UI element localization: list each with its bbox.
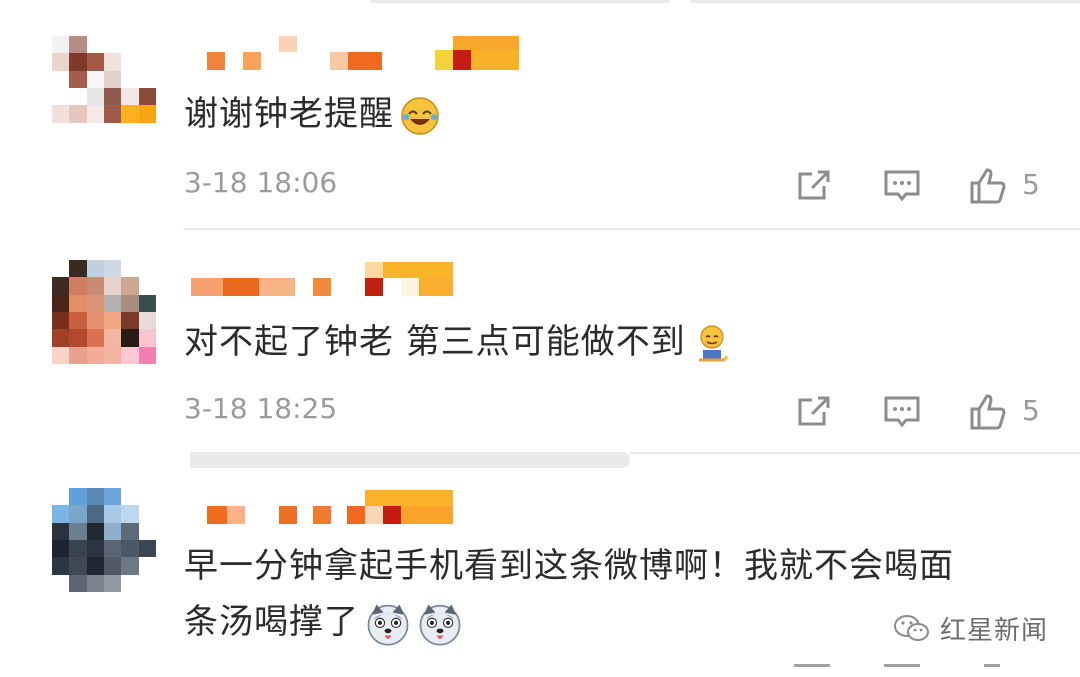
username-blurred[interactable]	[185, 262, 485, 302]
avatar[interactable]	[52, 36, 156, 140]
share-icon[interactable]	[794, 664, 830, 677]
comment-item: 对不起了钟老 第三点可能做不到 3-18 18:25 5	[0, 230, 1080, 468]
like-icon[interactable]	[968, 392, 1008, 432]
share-icon[interactable]	[794, 392, 834, 432]
username-blurred[interactable]	[185, 490, 485, 530]
laughing-crying-emoji	[401, 96, 439, 135]
watermark-label: 红星新闻	[940, 616, 1049, 646]
avatar[interactable]	[52, 260, 156, 364]
divider	[630, 452, 1080, 454]
like-icon[interactable]	[968, 166, 1008, 206]
like-icon[interactable]	[984, 664, 1000, 677]
comment-icon[interactable]	[882, 392, 922, 432]
husky-dog-emoji	[367, 603, 409, 646]
comment-text: 早一分钟拿起手机看到这条微博啊！我就不会喝面	[184, 546, 954, 586]
comment-timestamp: 3-18 18:25	[184, 392, 338, 425]
like-count: 5	[1022, 168, 1040, 201]
comment-text: 谢谢钟老提醒	[184, 86, 440, 142]
comment-item: 谢谢钟老提醒 3-18 18:06 5	[0, 0, 1080, 230]
husky-dog-emoji	[419, 603, 461, 646]
wechat-icon	[894, 614, 929, 641]
watermark: 红星新闻	[892, 610, 1048, 647]
sweating-kneeling-emoji	[698, 324, 728, 361]
comment-text: 条汤喝撑了	[184, 594, 463, 650]
username-blurred[interactable]	[185, 36, 525, 76]
comment-icon[interactable]	[884, 664, 920, 677]
avatar[interactable]	[52, 488, 156, 592]
share-icon[interactable]	[794, 166, 834, 206]
like-count: 5	[1022, 394, 1040, 427]
comment-actions: 5	[790, 166, 1050, 206]
comment-timestamp: 3-18 18:06	[184, 166, 338, 199]
comment-icon[interactable]	[882, 166, 922, 206]
divider	[190, 452, 630, 468]
comment-actions: 5	[790, 392, 1050, 432]
comment-text: 对不起了钟老 第三点可能做不到	[184, 314, 732, 370]
